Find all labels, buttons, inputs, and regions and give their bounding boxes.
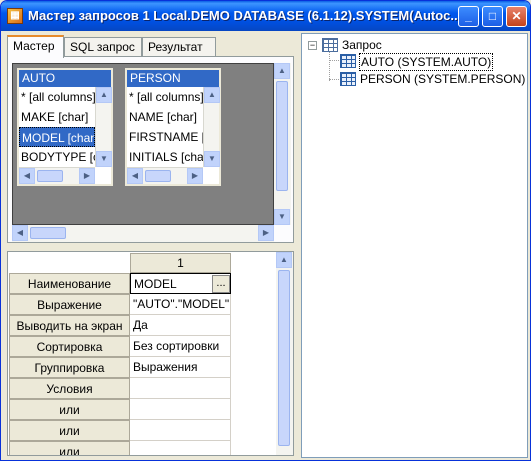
query-diagram: AUTO * [all columns] MAKE [char] MODEL […	[12, 63, 274, 225]
row-label: Группировка	[9, 357, 130, 378]
field-item[interactable]: * [all columns]	[19, 87, 95, 107]
grid-cell[interactable]	[130, 441, 231, 455]
table-row: или	[8, 420, 276, 441]
row-label: Условия	[9, 378, 130, 399]
tree-node-label: AUTO (SYSTEM.AUTO)	[359, 53, 494, 71]
field-properties-grid: 1 Наименование MODEL ... Выражение "AUTO…	[7, 251, 294, 456]
close-button[interactable]: ✕	[506, 6, 527, 27]
grid-cell[interactable]	[130, 420, 231, 441]
row-label: или	[9, 399, 130, 420]
scroll-down-icon[interactable]: ▼	[204, 151, 220, 167]
table-icon	[340, 72, 356, 86]
scroll-right-icon[interactable]: ▶	[258, 225, 274, 241]
tree-node-person[interactable]: PERSON (SYSTEM.PERSON)	[340, 71, 525, 88]
table-auto-title[interactable]: AUTO	[19, 70, 111, 87]
table-auto[interactable]: AUTO * [all columns] MAKE [char] MODEL […	[17, 68, 113, 186]
row-label: Наименование	[9, 273, 130, 294]
tab-sql-query[interactable]: SQL запрос	[64, 37, 142, 57]
scroll-up-icon[interactable]: ▲	[274, 63, 290, 79]
table-row: Наименование MODEL ...	[8, 273, 276, 294]
row-label: Выводить на экран	[9, 315, 130, 336]
field-item[interactable]: MAKE [char]	[19, 107, 95, 127]
query-wizard-window: ▦ Мастер запросов 1 Local.DEMO DATABASE …	[0, 0, 531, 461]
tree-line	[329, 79, 339, 80]
grid-cell[interactable]: Без сортировки	[130, 336, 231, 357]
table-icon	[340, 54, 356, 68]
field-item[interactable]: * [all columns]	[127, 87, 203, 107]
window-title: Мастер запросов 1 Local.DEMO DATABASE (6…	[28, 8, 462, 23]
row-label: или	[9, 441, 130, 455]
scroll-left-icon[interactable]: ◀	[12, 225, 28, 241]
grid-cell[interactable]: "AUTO"."MODEL"	[130, 294, 231, 315]
scroll-up-icon[interactable]: ▲	[204, 87, 220, 103]
query-icon	[322, 38, 338, 52]
tree-line	[329, 60, 339, 61]
tab-master-panel: AUTO * [all columns] MAKE [char] MODEL […	[7, 56, 294, 243]
table-row: Выводить на экран Да	[8, 315, 276, 336]
row-label: или	[9, 420, 130, 441]
grid-cell[interactable]: Да	[130, 315, 231, 336]
tab-result[interactable]: Результат	[142, 37, 216, 57]
table-person-title[interactable]: PERSON	[127, 70, 219, 87]
tree-node-auto[interactable]: AUTO (SYSTEM.AUTO)	[340, 53, 525, 71]
scroll-thumb[interactable]	[278, 270, 290, 446]
table-auto-fields: * [all columns] MAKE [char] MODEL [char]…	[19, 87, 95, 167]
field-item-selected[interactable]: MODEL [char]	[19, 127, 95, 147]
field-item[interactable]: BODYTYPE [char]	[19, 147, 95, 167]
scroll-down-icon[interactable]: ▼	[96, 151, 112, 167]
title-bar[interactable]: ▦ Мастер запросов 1 Local.DEMO DATABASE …	[1, 1, 530, 31]
scroll-down-icon[interactable]: ▼	[274, 209, 290, 225]
scroll-right-icon[interactable]: ▶	[187, 168, 203, 184]
query-tree: − Запрос AUTO (SYSTEM.AUTO) PERSON (SYST…	[301, 33, 528, 458]
field-item[interactable]: FIRSTNAME [char]	[127, 127, 203, 147]
table-row: или	[8, 441, 276, 455]
scroll-left-icon[interactable]: ◀	[127, 168, 143, 184]
diagram-hscroll[interactable]: ◀ ▶	[12, 225, 274, 242]
table-row: Условия	[8, 378, 276, 399]
row-label: Выражение	[9, 294, 130, 315]
scroll-thumb[interactable]	[276, 81, 288, 191]
scroll-thumb[interactable]	[30, 227, 66, 239]
table-person-fields: * [all columns] NAME [char] FIRSTNAME [c…	[127, 87, 203, 167]
tree-node-label: PERSON (SYSTEM.PERSON)	[360, 72, 526, 86]
table-person-hscroll[interactable]: ◀ ▶	[127, 167, 203, 184]
browse-button[interactable]: ...	[212, 275, 230, 293]
table-person-vscroll[interactable]: ▲ ▼	[203, 87, 220, 167]
grid-cell[interactable]	[130, 378, 231, 399]
maximize-button[interactable]: □	[482, 6, 503, 27]
tree-node-label: Запрос	[342, 38, 382, 52]
table-row: Сортировка Без сортировки	[8, 336, 276, 357]
scroll-up-icon[interactable]: ▲	[276, 252, 292, 268]
tree-node-query[interactable]: − Запрос	[308, 37, 508, 54]
field-item[interactable]: INITIALS [char]	[127, 147, 203, 167]
grid-vscroll[interactable]: ▲	[276, 252, 293, 455]
table-row: Выражение "AUTO"."MODEL"	[8, 294, 276, 315]
diagram-vscroll[interactable]: ▲ ▼	[274, 63, 291, 225]
grid-column-header[interactable]: 1	[130, 253, 231, 273]
left-pane: Мастер SQL запрос Результат AUTO * [all …	[5, 33, 296, 458]
row-label: Сортировка	[9, 336, 130, 357]
scroll-right-icon[interactable]: ▶	[79, 168, 95, 184]
grid-cell-name[interactable]: MODEL ...	[130, 273, 231, 294]
grid-cell[interactable]: Выражения	[130, 357, 231, 378]
table-auto-hscroll[interactable]: ◀ ▶	[19, 167, 95, 184]
table-auto-vscroll[interactable]: ▲ ▼	[95, 87, 112, 167]
tab-master[interactable]: Мастер	[7, 35, 64, 58]
scroll-up-icon[interactable]: ▲	[96, 87, 112, 103]
field-item[interactable]: NAME [char]	[127, 107, 203, 127]
scroll-left-icon[interactable]: ◀	[19, 168, 35, 184]
table-row: Группировка Выражения	[8, 357, 276, 378]
tree-line	[329, 52, 330, 81]
scroll-thumb[interactable]	[145, 170, 171, 182]
collapse-icon[interactable]: −	[308, 41, 317, 50]
minimize-button[interactable]: _	[458, 6, 479, 27]
table-person[interactable]: PERSON * [all columns] NAME [char] FIRST…	[125, 68, 221, 186]
scroll-thumb[interactable]	[37, 170, 63, 182]
grid-cell[interactable]	[130, 399, 231, 420]
cell-value: MODEL	[134, 277, 177, 291]
query-wizard-icon: ▦	[7, 8, 23, 24]
table-row: или	[8, 399, 276, 420]
